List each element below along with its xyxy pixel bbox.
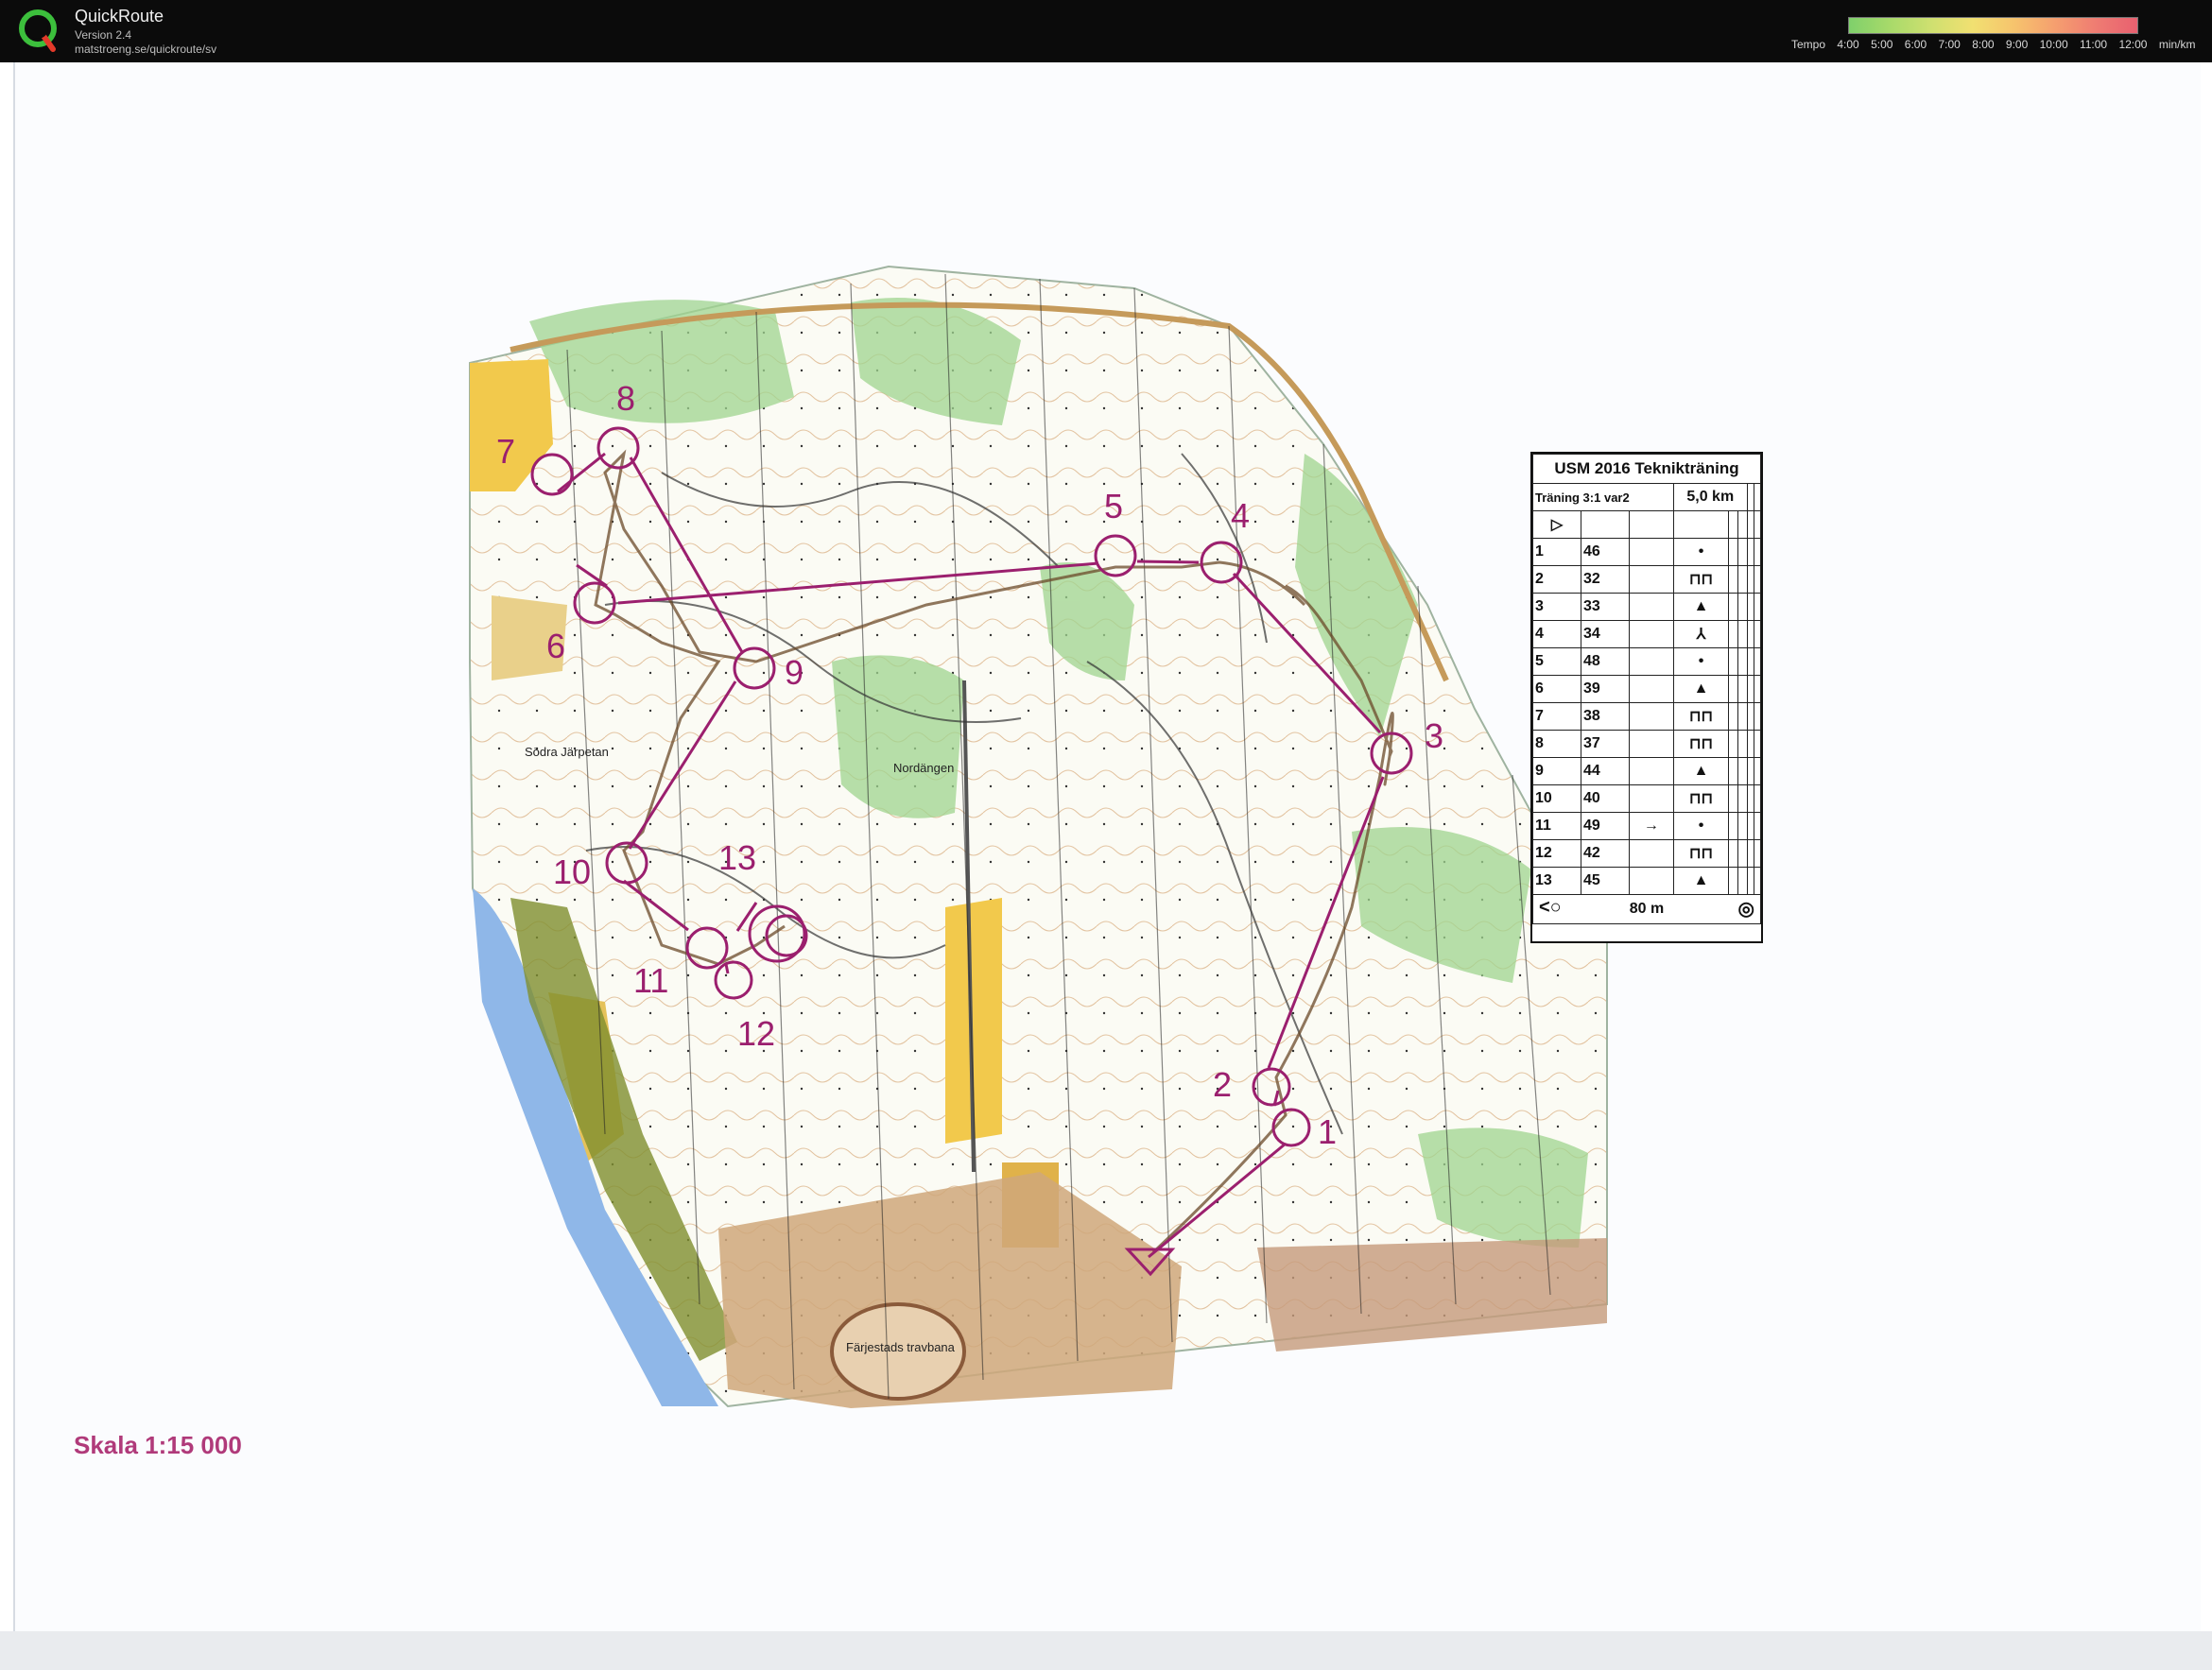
control-number: 7 [1532,702,1581,731]
event-title: USM 2016 Teknikträning [1532,454,1761,484]
control-direction: → [1628,812,1674,840]
control-code: 32 [1580,565,1630,594]
finish-arrow-icon: <○ [1539,897,1562,918]
map-scale: Skala 1:15 000 [74,1431,242,1459]
control-number: 12 [1532,839,1581,868]
control-number: 4 [1532,620,1581,648]
control-number: 13 [718,838,756,877]
control-direction [1628,867,1674,895]
control-row: 6 39 ▲ [1532,675,1762,703]
control-row: 5 48 • [1532,647,1762,676]
control-feature: ⊓⊓ [1672,784,1730,813]
control-code: 39 [1580,675,1630,703]
finish-distance: 80 m [1629,901,1665,917]
control-row: 9 44 ▲ [1532,757,1762,785]
place-name: Färjestads travbana [846,1340,956,1354]
control-number: 4 [1231,496,1250,535]
control-row: 3 33 ▲ [1532,593,1762,621]
control-feature: ▲ [1672,757,1730,785]
finish-row: <○ 80 m ◎ [1532,894,1761,924]
orienteering-map[interactable]: 1 2 3 4 5 6 7 8 9 10 11 12 13 Södra Järp… [0,0,2212,1670]
control-row: 2 32 ⊓⊓ [1532,565,1762,594]
control-number: 11 [1532,812,1581,840]
control-row: 4 34 ⅄ [1532,620,1762,648]
control-number: 9 [1532,757,1581,785]
control-feature: ⊓⊓ [1672,839,1730,868]
control-code: 42 [1580,839,1630,868]
control-feature: • [1672,538,1730,566]
control-number: 10 [1532,784,1581,813]
control-number: 12 [737,1014,775,1053]
control-direction [1628,565,1674,594]
control-direction [1628,538,1674,566]
control-direction [1628,702,1674,731]
control-feature: ⊓⊓ [1672,730,1730,758]
control-code: 48 [1580,647,1630,676]
control-row: 7 38 ⊓⊓ [1532,702,1762,731]
control-direction [1628,757,1674,785]
control-number: 11 [633,961,668,1000]
control-direction [1628,784,1674,813]
control-number: 5 [1532,647,1581,676]
control-code: 44 [1580,757,1630,785]
control-code: 46 [1580,538,1630,566]
control-feature: ⊓⊓ [1672,565,1730,594]
control-feature: • [1672,812,1730,840]
control-description-sheet: USM 2016 Teknikträning Träning 3:1 var2 … [1530,452,1763,943]
control-row: 10 40 ⊓⊓ [1532,784,1762,813]
course-class: Träning 3:1 var2 [1532,483,1674,511]
control-direction [1628,647,1674,676]
control-direction [1628,839,1674,868]
control-code: 37 [1580,730,1630,758]
control-number: 1 [1532,538,1581,566]
start-symbol: ▷ [1532,510,1581,539]
control-number: 9 [785,653,804,692]
control-number: 3 [1425,716,1443,755]
control-code: 40 [1580,784,1630,813]
control-row: 11 49 → • [1532,812,1762,840]
control-number: 2 [1532,565,1581,594]
control-number: 8 [1532,730,1581,758]
control-number: 1 [1318,1112,1337,1151]
control-row: 8 37 ⊓⊓ [1532,730,1762,758]
control-row: 13 45 ▲ [1532,867,1762,895]
control-number: 6 [546,627,565,665]
control-feature: ▲ [1672,867,1730,895]
control-code: 49 [1580,812,1630,840]
control-feature: ⅄ [1672,620,1730,648]
control-row: 1 46 • [1532,538,1762,566]
control-number: 7 [496,432,515,471]
control-number: 3 [1532,593,1581,621]
control-number: 8 [616,379,635,418]
control-feature: ▲ [1672,675,1730,703]
control-row: 12 42 ⊓⊓ [1532,839,1762,868]
control-number: 6 [1532,675,1581,703]
control-feature: • [1672,647,1730,676]
place-name: Södra Järpetan [525,745,609,759]
control-direction [1628,675,1674,703]
control-number: 10 [553,852,591,891]
control-code: 34 [1580,620,1630,648]
control-feature: ⊓⊓ [1672,702,1730,731]
control-number: 13 [1532,867,1581,895]
control-direction [1628,730,1674,758]
control-code: 38 [1580,702,1630,731]
control-number: 5 [1104,487,1123,525]
control-number: 2 [1213,1065,1232,1104]
course-distance: 5,0 km [1672,483,1748,511]
control-direction [1628,593,1674,621]
place-name: Nordängen [893,761,954,775]
control-feature: ▲ [1672,593,1730,621]
control-direction [1628,620,1674,648]
control-code: 45 [1580,867,1630,895]
finish-circle-icon: ◎ [1737,899,1754,920]
control-code: 33 [1580,593,1630,621]
